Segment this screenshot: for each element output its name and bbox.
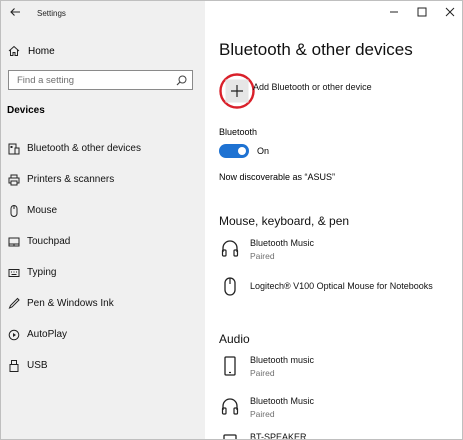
device-name: Bluetooth Music <box>250 396 315 406</box>
main-content: Bluetooth & other devices Add Bluetooth … <box>205 1 462 440</box>
device-item[interactable]: Bluetooth Music Paired <box>219 237 459 265</box>
search-input[interactable]: Find a setting <box>17 75 74 86</box>
home-label: Home <box>28 45 55 57</box>
sidebar-item-label: Pen & Windows Ink <box>27 298 114 309</box>
sidebar-item-label: USB <box>27 360 48 371</box>
device-status: Paired <box>250 368 275 378</box>
device-status: Paired <box>250 409 275 419</box>
app-title: Settings <box>37 9 66 18</box>
sidebar-item-autoplay[interactable]: AutoPlay <box>1 325 205 345</box>
maximize-icon <box>417 7 427 17</box>
device-item[interactable]: BT-SPEAKER <box>219 431 459 440</box>
sidebar-section-heading: Devices <box>7 105 45 116</box>
pen-icon <box>8 297 20 309</box>
close-icon <box>445 7 455 17</box>
discoverable-text: Now discoverable as “ASUS” <box>219 172 336 182</box>
sidebar-item-usb[interactable]: USB <box>1 356 205 376</box>
usb-icon <box>9 360 19 372</box>
sidebar-item-pen[interactable]: Pen & Windows Ink <box>1 294 205 314</box>
sidebar-item-label: Bluetooth & other devices <box>27 143 141 154</box>
sidebar: Settings Home Find a setting Devices Blu… <box>1 1 205 439</box>
settings-window: Settings Home Find a setting Devices Blu… <box>0 0 463 440</box>
keyboard-icon <box>8 269 20 277</box>
section-title-audio: Audio <box>219 332 250 346</box>
headphones-icon <box>221 240 239 257</box>
add-device-label[interactable]: Add Bluetooth or other device <box>253 82 372 92</box>
back-arrow-icon <box>10 8 20 16</box>
phone-icon <box>224 356 236 376</box>
back-button[interactable] <box>9 6 23 20</box>
bluetooth-state: On <box>257 146 270 156</box>
sidebar-item-label: Mouse <box>27 205 58 216</box>
device-name: BT-SPEAKER <box>250 432 307 440</box>
sidebar-item-typing[interactable]: Typing <box>1 263 205 283</box>
close-button[interactable] <box>436 1 462 23</box>
window-controls <box>380 1 462 25</box>
maximize-button[interactable] <box>408 1 436 23</box>
headphones-icon <box>221 398 239 415</box>
sidebar-item-touchpad[interactable]: Touchpad <box>1 232 205 252</box>
device-name: Bluetooth Music <box>250 238 315 248</box>
sidebar-item-bluetooth[interactable]: Bluetooth & other devices <box>1 139 205 159</box>
search-box[interactable]: Find a setting <box>8 70 193 90</box>
sidebar-item-printers[interactable]: Printers & scanners <box>1 170 205 190</box>
add-plus-icon <box>219 73 255 109</box>
sidebar-item-label: Typing <box>27 267 57 278</box>
page-title: Bluetooth & other devices <box>219 40 413 59</box>
sidebar-item-label: AutoPlay <box>27 329 68 340</box>
section-title-input-devices: Mouse, keyboard, & pen <box>219 214 350 228</box>
add-device-button[interactable] <box>218 72 256 110</box>
device-status: Paired <box>250 251 275 261</box>
bluetooth-toggle[interactable] <box>219 144 249 158</box>
device-item[interactable]: Bluetooth Music Paired <box>219 395 459 423</box>
sidebar-item-home[interactable]: Home <box>8 43 55 59</box>
device-item[interactable]: Bluetooth music Paired <box>219 354 459 382</box>
bluetooth-label: Bluetooth <box>219 127 258 137</box>
device-name: Bluetooth music <box>250 355 315 365</box>
title-bar: Settings <box>1 1 205 27</box>
home-icon <box>8 45 20 56</box>
sidebar-item-mouse[interactable]: Mouse <box>1 201 205 221</box>
sidebar-item-label: Touchpad <box>27 236 71 247</box>
touchpad-icon <box>8 237 20 247</box>
minimize-icon <box>390 11 398 13</box>
speaker-icon <box>223 434 237 439</box>
minimize-button[interactable] <box>380 1 408 23</box>
autoplay-icon <box>8 329 20 341</box>
printer-icon <box>8 174 20 186</box>
mouse-icon <box>224 277 236 296</box>
device-item[interactable]: Logitech® V100 Optical Mouse for Noteboo… <box>219 274 459 302</box>
device-name: Logitech® V100 Optical Mouse for Noteboo… <box>250 281 433 291</box>
bluetooth-devices-icon <box>8 143 20 155</box>
mouse-icon <box>10 205 18 217</box>
toggle-knob <box>238 147 246 155</box>
sidebar-item-label: Printers & scanners <box>27 174 115 185</box>
search-icon[interactable] <box>176 75 187 86</box>
